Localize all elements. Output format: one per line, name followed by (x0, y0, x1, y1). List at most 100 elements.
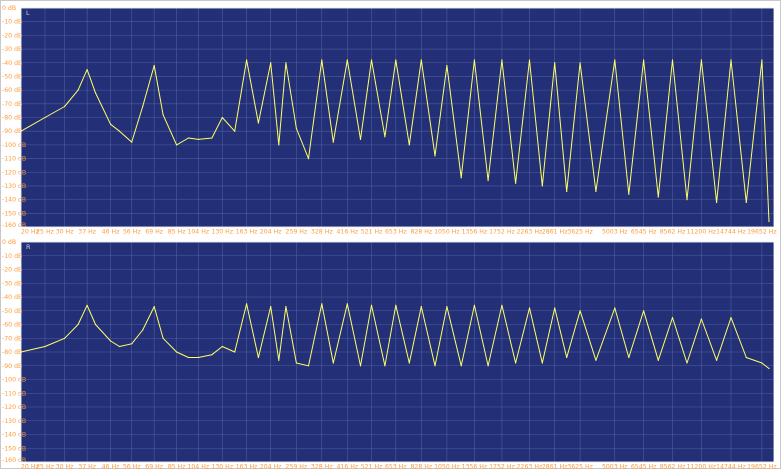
x-tick-label: 6545 Hz (631, 464, 657, 470)
y-tick-label: -40 dB (2, 60, 22, 67)
y-tick-label: 0 dB (2, 239, 16, 246)
data-point (176, 351, 177, 352)
data-point (321, 303, 322, 304)
data-point (222, 117, 223, 118)
x-tick-label: 521 Hz (361, 464, 383, 470)
x-tick-label: 46 Hz (102, 464, 120, 470)
y-tick-label: -130 dB (2, 183, 26, 190)
data-point (566, 357, 567, 358)
y-tick-label: -150 dB (2, 210, 26, 217)
data-point (308, 365, 309, 366)
y-tick-label: -140 dB (2, 432, 26, 439)
y-tick-label: -50 dB (2, 308, 22, 315)
y-tick-label: -30 dB (2, 46, 22, 53)
data-point (628, 194, 629, 195)
data-point (270, 306, 271, 307)
data-point (515, 362, 516, 363)
data-point (198, 357, 199, 358)
data-point (347, 59, 348, 60)
data-point (78, 90, 79, 91)
data-point (198, 139, 199, 140)
data-point (658, 360, 659, 361)
data-point (566, 191, 567, 192)
x-tick-label: 2263 Hz (517, 464, 543, 470)
data-point (730, 59, 731, 60)
data-point (628, 357, 629, 358)
x-tick-label: 163 Hz (236, 464, 258, 470)
data-point (746, 202, 747, 203)
x-tick-label: 85 Hz (168, 464, 186, 470)
x-tick-label: 25 Hz (36, 464, 54, 470)
data-point (461, 365, 462, 366)
data-point (188, 357, 189, 358)
left-channel-panel: 0 dB-10 dB-20 dB-30 dB-40 dB-50 dB-60 dB… (1, 1, 781, 235)
data-point (488, 180, 489, 181)
channel-label: R (26, 243, 31, 251)
data-point (614, 307, 615, 308)
data-point (44, 346, 45, 347)
data-point (768, 368, 769, 369)
data-point (285, 306, 286, 307)
x-tick-label: 130 Hz (211, 464, 233, 470)
data-point (686, 362, 687, 363)
y-tick-label: -50 dB (2, 73, 22, 80)
data-point (409, 144, 410, 145)
left-channel-spectrum-chart: 0 dB-10 dB-20 dB-30 dB-40 dB-50 dB-60 dB… (1, 1, 781, 235)
data-point (154, 306, 155, 307)
x-tick-label: 328 Hz (311, 464, 333, 470)
x-tick-label: 1050 Hz (434, 464, 460, 470)
data-point (746, 357, 747, 358)
x-tick-label: 8562 Hz (660, 464, 686, 470)
data-point (154, 65, 155, 66)
data-point (643, 310, 644, 311)
data-point (246, 59, 247, 60)
x-tick-label: 259 Hz (286, 464, 308, 470)
x-tick-label: 1752 Hz (489, 464, 515, 470)
data-point (595, 191, 596, 192)
data-point (529, 59, 530, 60)
data-point (701, 59, 702, 60)
data-point (296, 128, 297, 129)
spectrum-analyzer-window: 0 dB-10 dB-20 dB-30 dB-40 dB-50 dB-60 dB… (0, 0, 781, 469)
data-point (347, 303, 348, 304)
data-point (246, 303, 247, 304)
x-tick-label: 653 Hz (385, 464, 407, 470)
data-point (686, 199, 687, 200)
y-tick-label: -70 dB (2, 101, 22, 108)
data-point (580, 62, 581, 63)
data-point (44, 117, 45, 118)
data-point (580, 310, 581, 311)
y-tick-label: -150 dB (2, 445, 26, 452)
data-point (716, 360, 717, 361)
y-tick-label: -70 dB (2, 335, 22, 342)
data-point (234, 131, 235, 132)
right-channel-spectrum-chart: 0 dB-10 dB-20 dB-30 dB-40 dB-50 dB-60 dB… (1, 235, 781, 470)
data-point (110, 124, 111, 125)
y-tick-label: -90 dB (2, 363, 22, 370)
x-tick-label: 56 Hz (123, 464, 141, 470)
y-tick-label: -10 dB (2, 253, 22, 260)
y-tick-label: -110 dB (2, 156, 26, 163)
data-point (384, 136, 385, 137)
data-point (515, 183, 516, 184)
data-point (211, 354, 212, 355)
data-point (87, 305, 88, 306)
y-tick-label: -60 dB (2, 87, 22, 94)
x-tick-label: 5003 Hz (602, 464, 628, 470)
x-tick-label: 1356 Hz (462, 464, 488, 470)
data-point (658, 196, 659, 197)
data-point (119, 131, 120, 132)
data-point (333, 362, 334, 363)
x-tick-label: 828 Hz (410, 464, 432, 470)
data-point (119, 346, 120, 347)
data-point (474, 305, 475, 306)
y-tick-label: -110 dB (2, 390, 26, 397)
y-tick-label: -30 dB (2, 280, 22, 287)
data-point (595, 360, 596, 361)
data-point (672, 317, 673, 318)
data-point (446, 65, 447, 66)
data-point (285, 62, 286, 63)
y-tick-label: -120 dB (2, 169, 26, 176)
x-tick-label: 14744 Hz (716, 464, 746, 470)
data-point (163, 114, 164, 115)
